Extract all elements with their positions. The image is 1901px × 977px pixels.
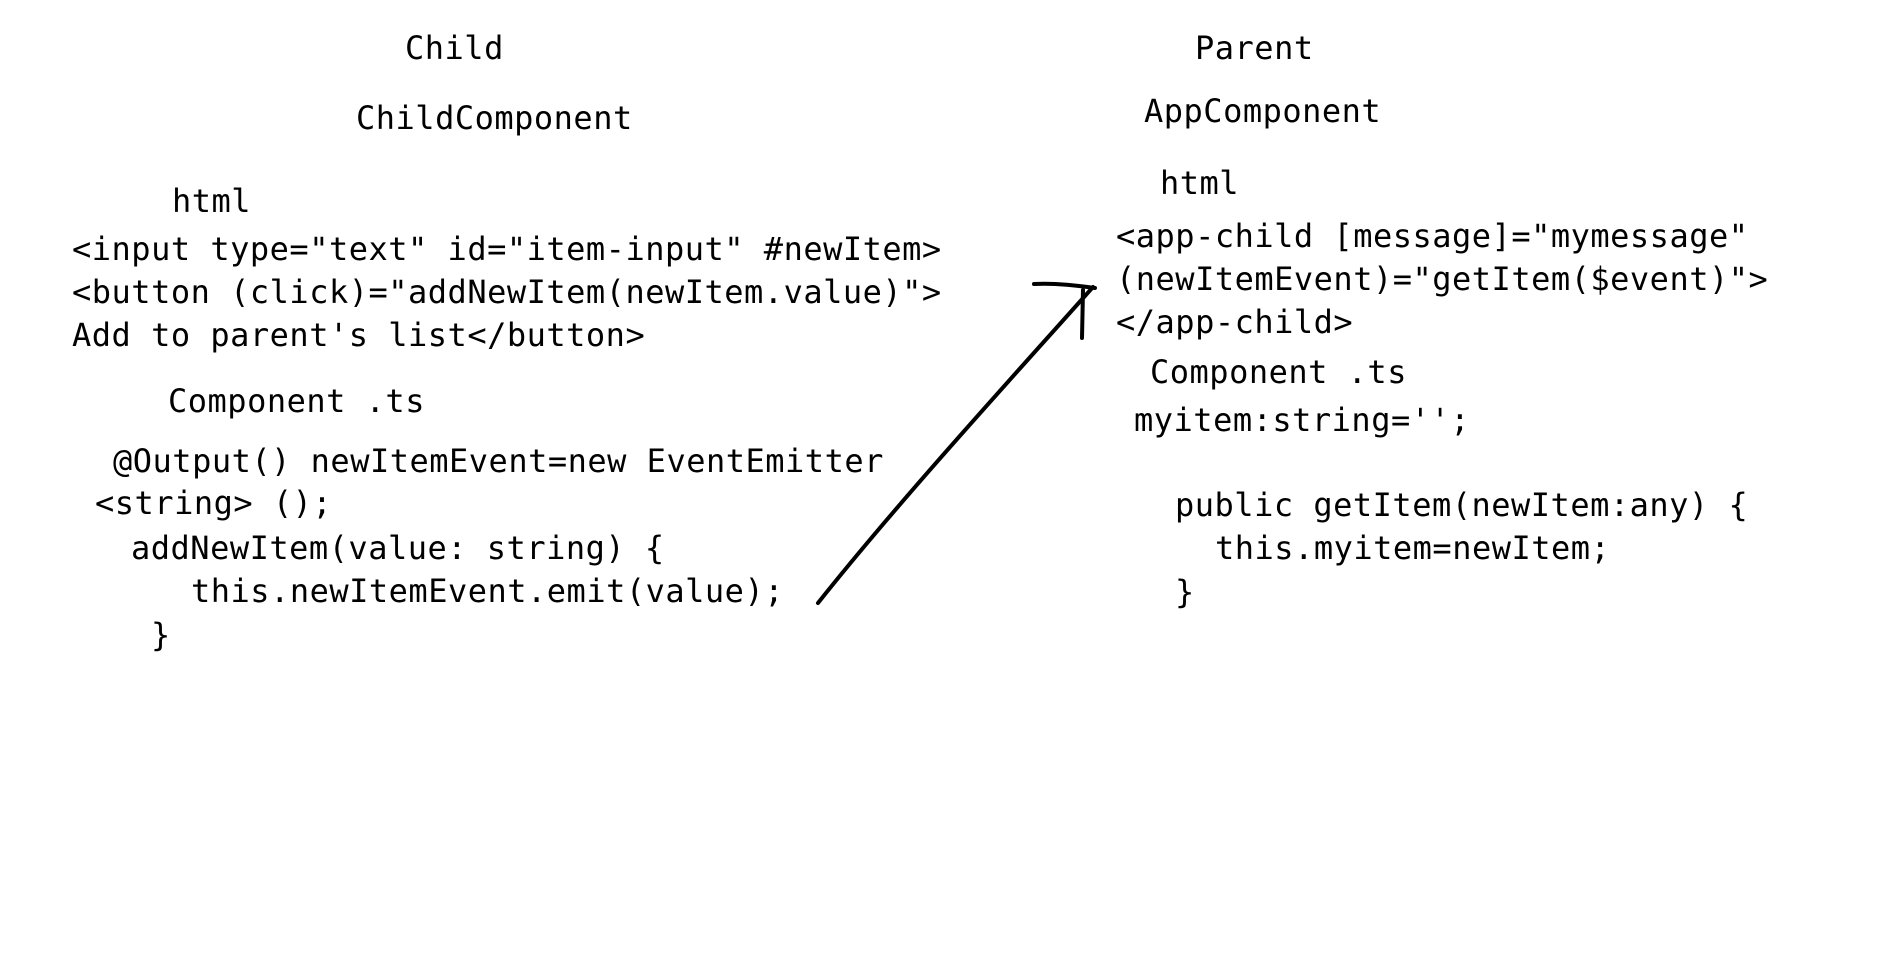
arrow-shaft	[816, 285, 1095, 605]
arrow-head-down-stroke	[1080, 288, 1085, 340]
event-flow-arrow	[816, 281, 1097, 605]
arrow-head-left-stroke	[1032, 281, 1097, 290]
